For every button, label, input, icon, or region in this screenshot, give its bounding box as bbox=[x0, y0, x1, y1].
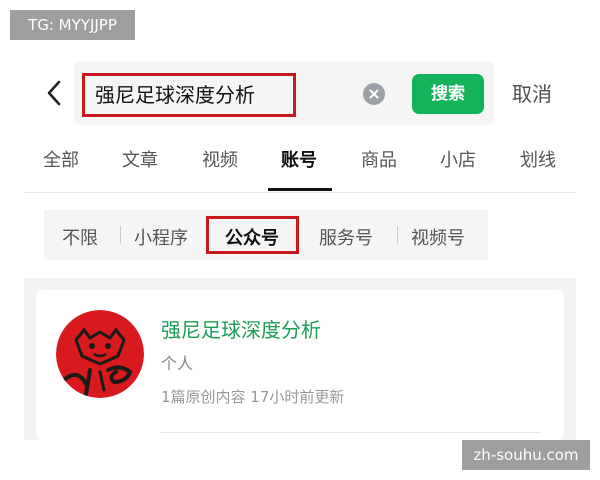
tab-accounts[interactable]: 账号 bbox=[281, 146, 317, 172]
avatar[interactable] bbox=[56, 310, 144, 398]
cancel-button[interactable]: 取消 bbox=[512, 78, 552, 107]
tab-products[interactable]: 商品 bbox=[361, 146, 397, 172]
chevron-left-icon bbox=[47, 80, 61, 106]
tab-shops[interactable]: 小店 bbox=[440, 146, 476, 172]
watermark-bottom-right: zh-souhu.com bbox=[462, 440, 590, 470]
search-row: 强尼足球深度分析 搜索 取消 bbox=[0, 58, 600, 128]
highlight-box bbox=[206, 216, 299, 254]
account-name[interactable]: 强尼足球深度分析 bbox=[161, 314, 321, 343]
search-input[interactable]: 强尼足球深度分析 bbox=[82, 73, 296, 117]
tab-videos[interactable]: 视频 bbox=[202, 146, 238, 172]
account-meta: 1篇原创内容 17小时前更新 bbox=[161, 388, 345, 406]
tab-articles[interactable]: 文章 bbox=[122, 146, 158, 172]
filter-video-account[interactable]: 视频号 bbox=[411, 224, 465, 250]
account-type-filter: 不限 小程序 公众号 服务号 视频号 bbox=[44, 210, 488, 260]
filter-separator bbox=[120, 226, 121, 244]
category-tabs: 全部 文章 视频 账号 商品 小店 划线 bbox=[0, 146, 600, 192]
back-button[interactable] bbox=[40, 76, 68, 110]
filter-unlimited[interactable]: 不限 bbox=[62, 224, 98, 250]
clear-circle-icon bbox=[369, 89, 379, 99]
filter-service-account[interactable]: 服务号 bbox=[319, 224, 373, 250]
search-button[interactable]: 搜索 bbox=[412, 74, 484, 114]
clear-search-button[interactable] bbox=[363, 83, 385, 105]
active-tab-indicator bbox=[268, 188, 332, 191]
tab-all[interactable]: 全部 bbox=[43, 146, 79, 172]
tabs-divider bbox=[24, 192, 576, 193]
account-type: 个人 bbox=[161, 354, 194, 373]
watermark-top-left: TG: MYYJJPP bbox=[10, 10, 135, 40]
search-box: 强尼足球深度分析 搜索 bbox=[74, 61, 494, 125]
tab-highlights[interactable]: 划线 bbox=[520, 146, 556, 172]
card-divider bbox=[161, 432, 541, 433]
filter-separator bbox=[397, 226, 398, 244]
tiger-avatar-icon bbox=[56, 310, 144, 398]
filter-mini-program[interactable]: 小程序 bbox=[134, 224, 188, 250]
